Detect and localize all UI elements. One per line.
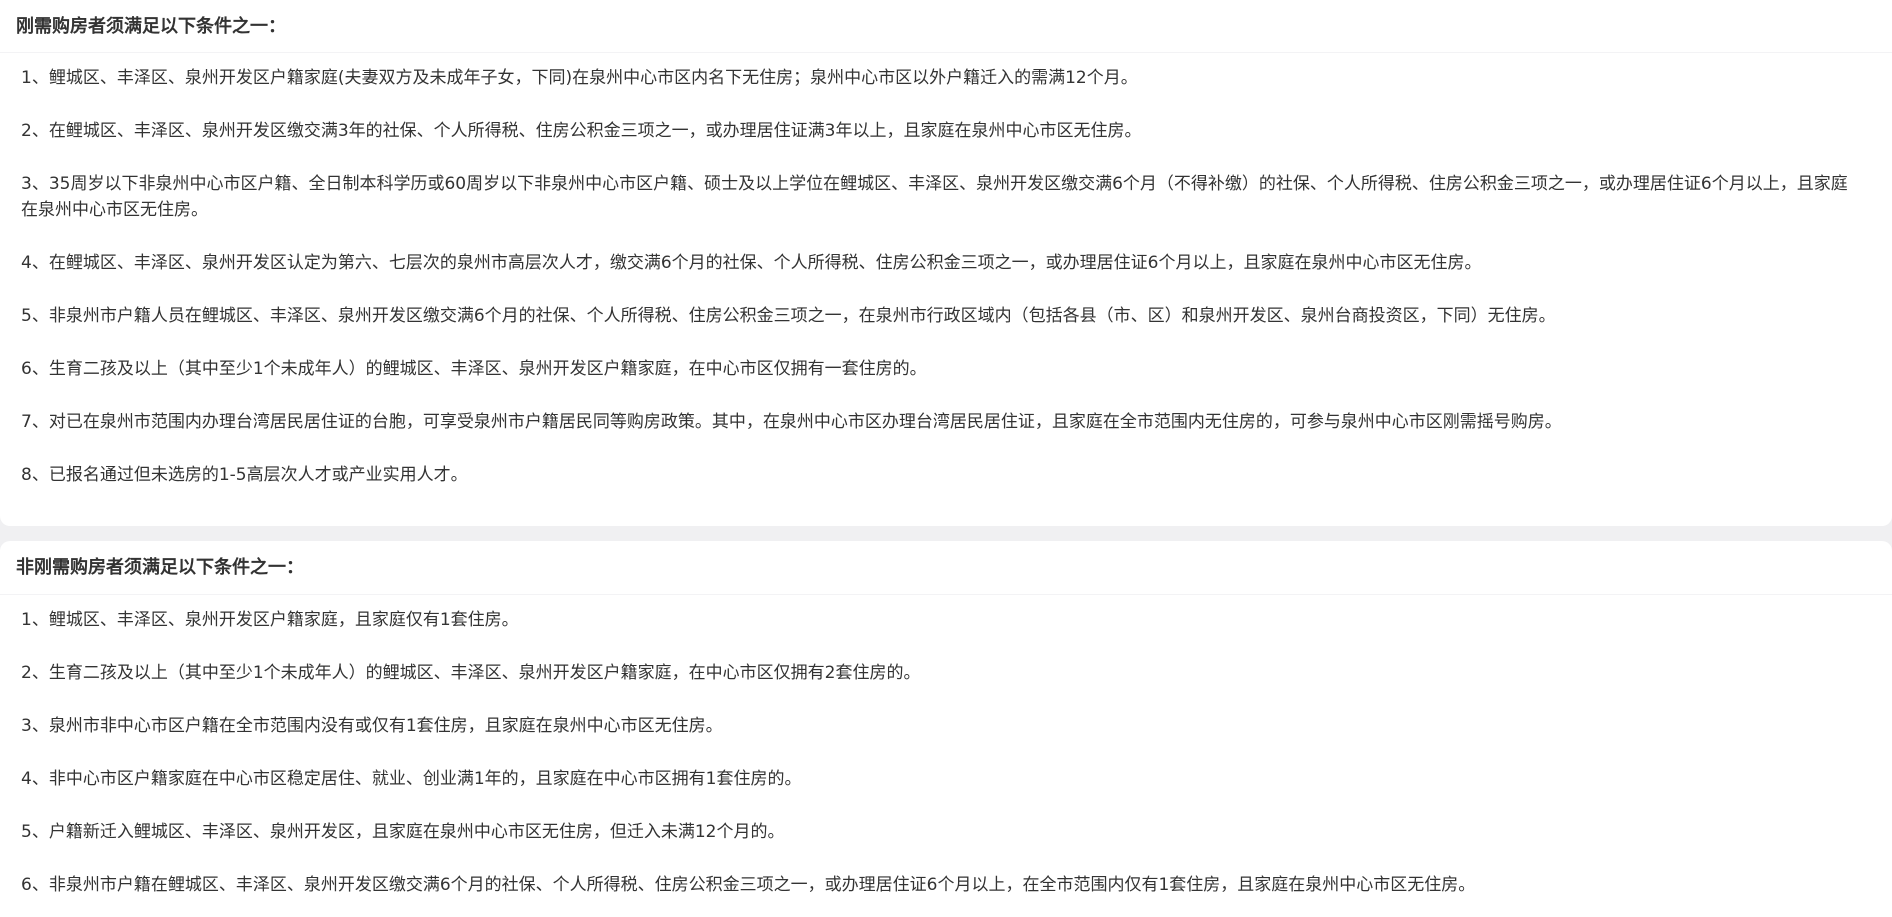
non-rigid-condition-5: 5、户籍新迁入鲤城区、丰泽区、泉州开发区，且家庭在泉州中心市区无住房，但迁入未满… — [21, 822, 785, 842]
non-rigid-condition-3: 3、泉州市非中心市区户籍在全市范围内没有或仅有1套住房，且家庭在泉州中心市区无住… — [21, 716, 723, 736]
rigid-demand-card: 刚需购房者须满足以下条件之一： 1、鲤城区、丰泽区、泉州开发区户籍家庭(夫妻双方… — [0, 0, 1892, 526]
non-rigid-condition-4: 4、非中心市区户籍家庭在中心市区稳定居住、就业、创业满1年的，且家庭在中心市区拥… — [21, 769, 802, 789]
rigid-demand-title: 刚需购房者须满足以下条件之一： — [16, 16, 286, 37]
rigid-condition-5: 5、非泉州市户籍人员在鲤城区、丰泽区、泉州开发区缴交满6个月的社保、个人所得税、… — [21, 306, 1556, 326]
rigid-condition-3: 3、35周岁以下非泉州中心市区户籍、全日制本科学历或60周岁以下非泉州中心市区户… — [21, 174, 1848, 220]
rigid-condition-2: 2、在鲤城区、丰泽区、泉州开发区缴交满3年的社保、个人所得税、住房公积金三项之一… — [21, 121, 1142, 141]
rigid-condition-8: 8、已报名通过但未选房的1-5高层次人才或产业实用人才。 — [21, 465, 468, 485]
rigid-condition-1: 1、鲤城区、丰泽区、泉州开发区户籍家庭(夫妻双方及未成年子女，下同)在泉州中心市… — [21, 68, 1138, 88]
rigid-condition-7: 7、对已在泉州市范围内办理台湾居民居住证的台胞，可享受泉州市户籍居民同等购房政策… — [21, 412, 1562, 432]
divider — [0, 52, 1892, 53]
rigid-condition-4: 4、在鲤城区、丰泽区、泉州开发区认定为第六、七层次的泉州市高层次人才，缴交满6个… — [21, 253, 1482, 273]
non-rigid-demand-card: 非刚需购房者须满足以下条件之一： 1、鲤城区、丰泽区、泉州开发区户籍家庭，且家庭… — [0, 541, 1892, 917]
non-rigid-condition-2: 2、生育二孩及以上（其中至少1个未成年人）的鲤城区、丰泽区、泉州开发区户籍家庭，… — [21, 663, 921, 683]
non-rigid-demand-title: 非刚需购房者须满足以下条件之一： — [16, 557, 304, 578]
divider — [0, 594, 1892, 595]
non-rigid-condition-1: 1、鲤城区、丰泽区、泉州开发区户籍家庭，且家庭仅有1套住房。 — [21, 610, 519, 630]
non-rigid-condition-6: 6、非泉州市户籍在鲤城区、丰泽区、泉州开发区缴交满6个月的社保、个人所得税、住房… — [21, 875, 1476, 895]
rigid-condition-6: 6、生育二孩及以上（其中至少1个未成年人）的鲤城区、丰泽区、泉州开发区户籍家庭，… — [21, 359, 927, 379]
